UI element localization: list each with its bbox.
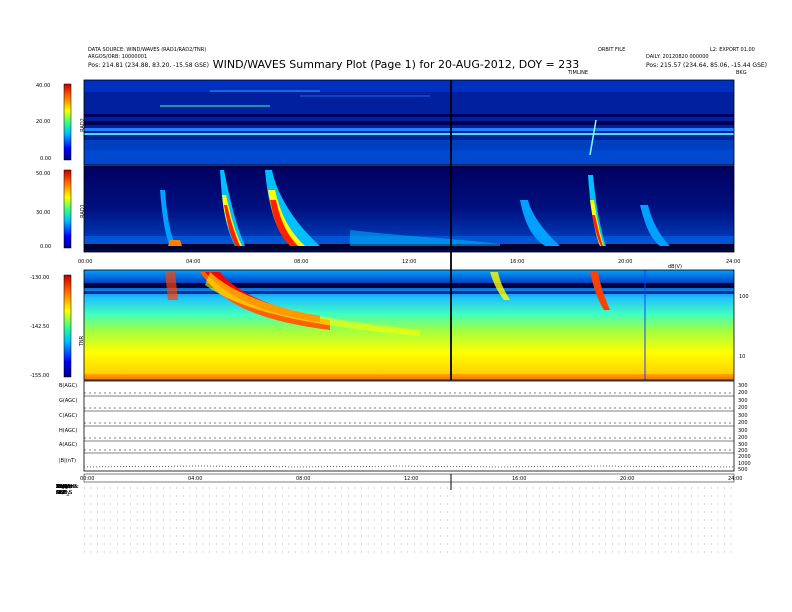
rad1-ytick: 50.00 xyxy=(36,171,51,177)
tnr-ytick: -155.00 xyxy=(30,373,50,379)
footer-grid xyxy=(84,487,734,553)
lower-time-tick: 08:00 xyxy=(296,476,311,482)
tnr-ytick: -142.50 xyxy=(30,324,50,330)
param-value: 300 xyxy=(738,428,748,434)
rad1-panel xyxy=(84,166,734,252)
time-tick: 24:00 xyxy=(726,259,741,265)
tnr-right-tick: 10 xyxy=(739,354,746,360)
param-label: C(AGC) xyxy=(59,413,78,419)
param-value: 300 xyxy=(738,413,748,419)
tnr-colorbar xyxy=(63,274,72,378)
rad1-label: RAD1 xyxy=(79,204,86,218)
lower-time-tick: 20:00 xyxy=(620,476,635,482)
time-tick: 08:00 xyxy=(294,259,309,265)
time-tick: 20:00 xyxy=(618,259,633,265)
lower-time-tick: 04:00 xyxy=(188,476,203,482)
rad1-ytick: 30.00 xyxy=(36,210,51,216)
time-tick: 00:00 xyxy=(78,259,93,265)
param-value: 300 xyxy=(738,398,748,404)
param-value: 2000 xyxy=(738,454,751,460)
param-label: |B|(nT) xyxy=(59,458,76,464)
rad2-ytick: 0.00 xyxy=(40,156,52,162)
rad2-ytick: 40.00 xyxy=(36,83,51,89)
tnr-ytick: -130.00 xyxy=(30,275,50,281)
footer-line: Sweep: ACE xyxy=(56,484,75,496)
time-tick: 12:00 xyxy=(402,259,417,265)
rad1-colorbar xyxy=(63,169,72,249)
tnr-axis-label: dB(V) xyxy=(668,264,682,270)
rad2-label: RAD2 xyxy=(79,118,86,132)
param-value: 200 xyxy=(738,390,748,396)
param-value: 200 xyxy=(738,420,748,426)
time-tick: 16:00 xyxy=(510,259,525,265)
param-label: G(AGC) xyxy=(59,398,78,404)
param-value: 200 xyxy=(738,435,748,441)
time-tick: 04:00 xyxy=(186,259,201,265)
tnr-panel xyxy=(84,270,734,380)
param-strips xyxy=(83,380,735,472)
rad1-ytick: 0.00 xyxy=(40,244,52,250)
param-label: B(AGC) xyxy=(59,383,78,389)
param-label: H(AGC) xyxy=(59,428,78,434)
rad2-panel xyxy=(84,80,734,165)
lower-time-tick: 24:00 xyxy=(728,476,743,482)
tnr-right-tick: 100 xyxy=(739,294,749,300)
param-value: 200 xyxy=(738,405,748,411)
rad2-colorbar xyxy=(63,83,72,161)
param-value: 500 xyxy=(738,467,748,473)
lower-time-tick: 16:00 xyxy=(512,476,527,482)
lower-time-tick: 12:00 xyxy=(404,476,419,482)
rad2-ytick: 20.00 xyxy=(36,119,51,125)
param-value: 300 xyxy=(738,383,748,389)
lower-time-tick: 00:00 xyxy=(80,476,95,482)
tnr-label: TNR xyxy=(79,335,86,347)
param-label: A(AGC) xyxy=(59,442,78,448)
summary-figure xyxy=(63,79,735,553)
